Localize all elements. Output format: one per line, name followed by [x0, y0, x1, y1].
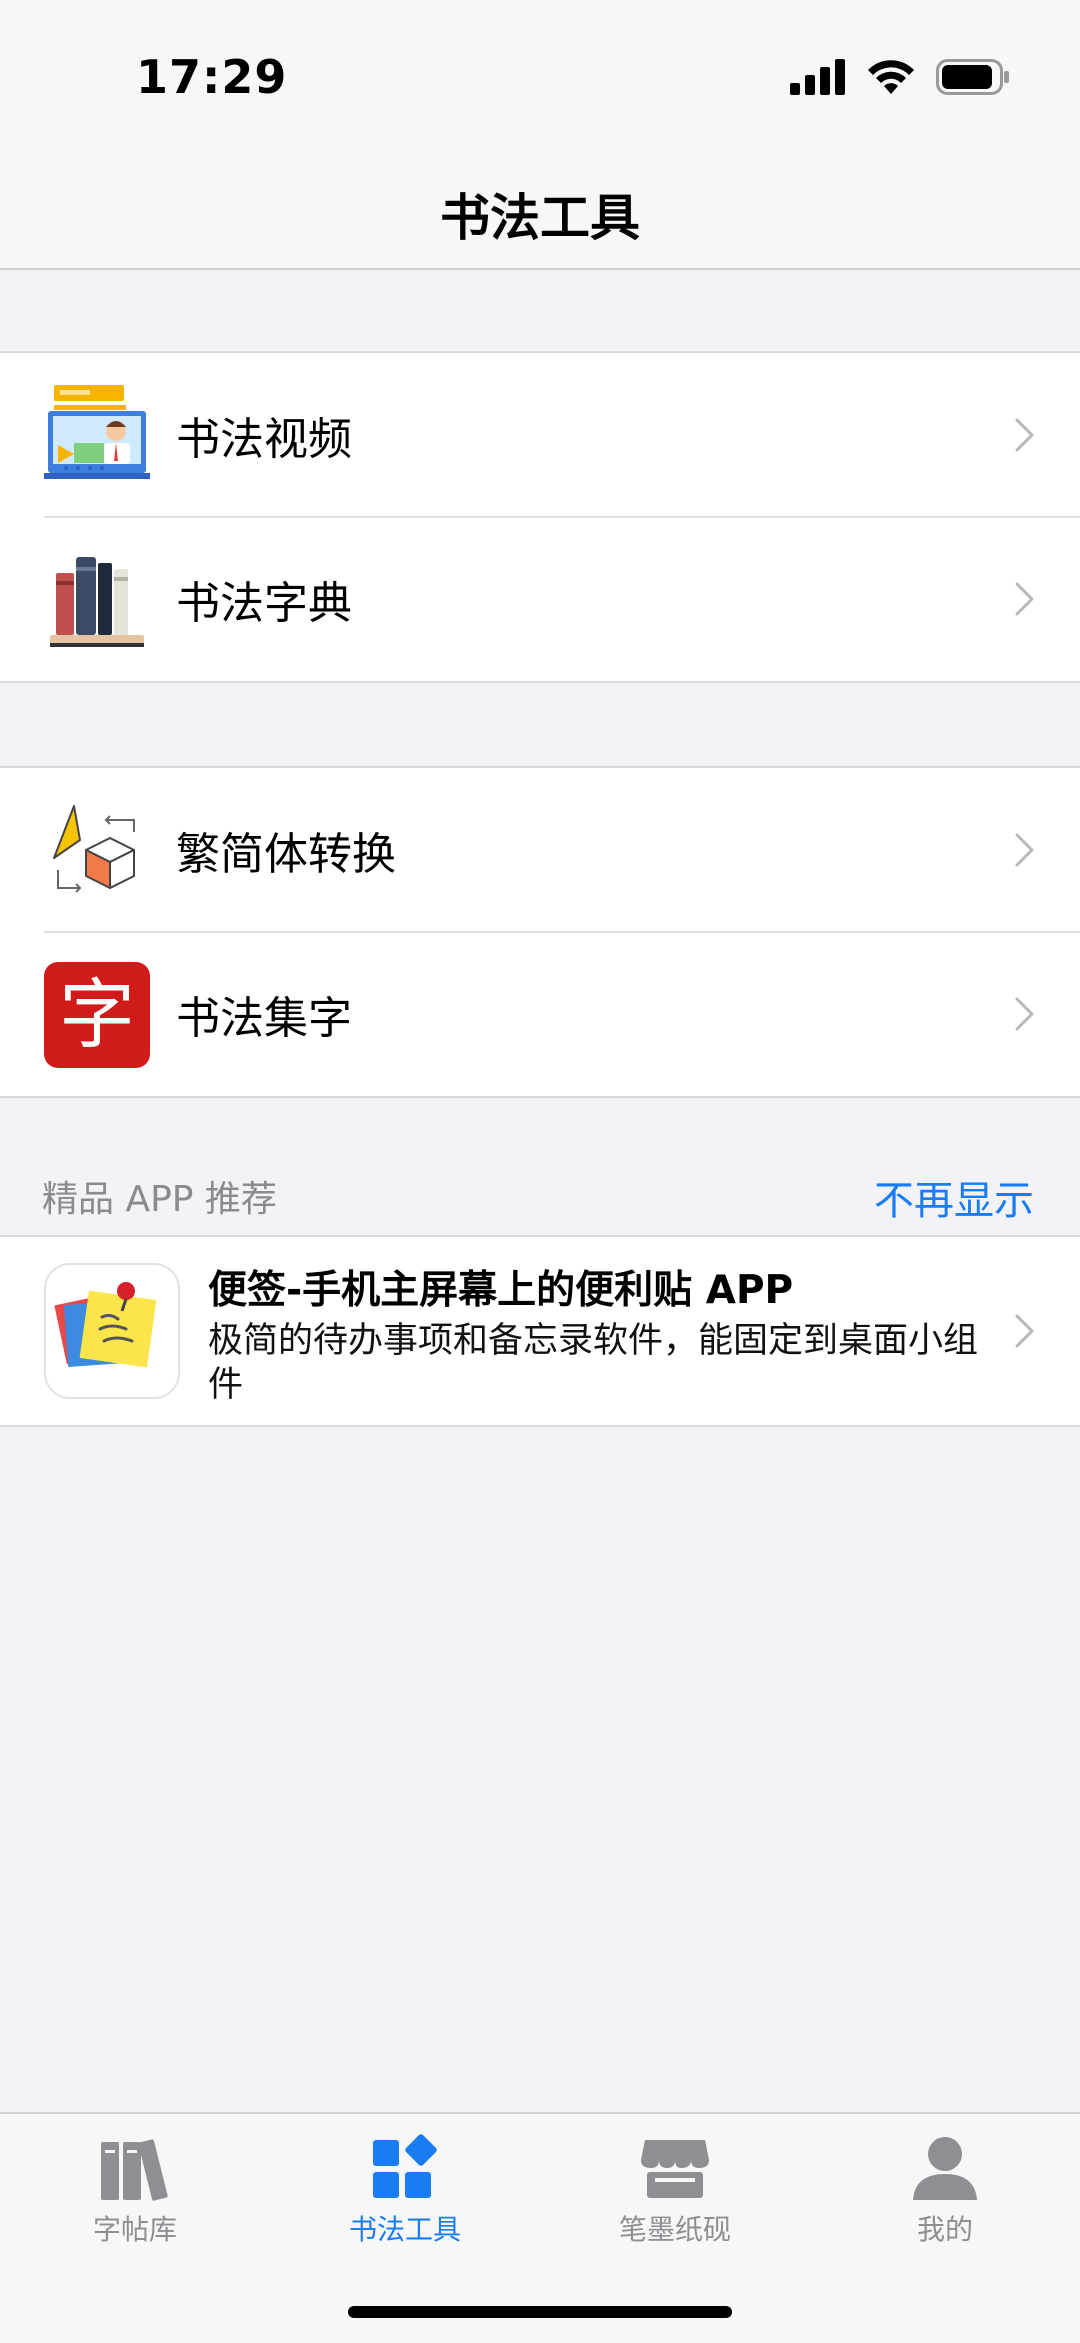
recommend-section-title: 精品 APP 推荐 — [42, 1179, 277, 1220]
battery-icon — [936, 59, 1009, 95]
sticky-notes-graphic — [54, 1282, 157, 1368]
zi-character-glyph: 字 — [59, 970, 135, 1059]
store-icon — [641, 2140, 709, 2198]
library-icon — [101, 2139, 168, 2201]
person-icon — [913, 2137, 977, 2200]
tools-group-text: 繁简体转换 字 书法集字 — [0, 766, 1080, 1098]
recommended-app-title: 便签-手机主屏幕上的便利贴 APP — [208, 1268, 794, 1313]
status-bar: 17:29 — [0, 0, 1080, 150]
list-item-label: 书法字典 — [176, 578, 352, 629]
chevron-right-icon — [1015, 418, 1034, 452]
tab-calligraphy-tools[interactable]: 书法工具 — [270, 2134, 540, 2254]
list-item-label: 书法视频 — [176, 414, 352, 465]
list-item-calligraphy-dictionary[interactable]: 书法字典 — [0, 516, 1080, 681]
tab-my-profile[interactable]: 我的 — [810, 2134, 1080, 2254]
recommend-group: 便签-手机主屏幕上的便利贴 APP 极简的待办事项和备忘录软件，能固定到桌面小组… — [0, 1235, 1080, 1427]
recommend-section-header: 精品 APP 推荐 不再显示 — [42, 1168, 1034, 1224]
list-item-calligraphy-video[interactable]: 书法视频 — [0, 353, 1080, 517]
page-title: 书法工具 — [440, 189, 640, 247]
video-lesson-icon — [44, 385, 150, 479]
recommended-app-item[interactable]: 便签-手机主屏幕上的便利贴 APP 极简的待办事项和备忘录软件，能固定到桌面小组… — [0, 1237, 1080, 1425]
chevron-right-icon — [1015, 582, 1034, 616]
list-item-calligraphy-collect[interactable]: 字 书法集字 — [0, 931, 1080, 1096]
list-item-label: 繁简体转换 — [176, 829, 396, 880]
tab-label: 我的 — [916, 2213, 973, 2246]
chevron-right-icon — [1015, 1314, 1034, 1348]
books-icon — [50, 557, 144, 647]
shape-convert-icon — [53, 805, 135, 893]
navigation-bar: 书法工具 — [0, 150, 1080, 270]
tab-copybook-library[interactable]: 字帖库 — [0, 2134, 270, 2254]
chevron-right-icon — [1015, 833, 1034, 867]
tools-grid-icon — [373, 2134, 437, 2198]
list-item-label: 书法集字 — [176, 993, 352, 1044]
status-time: 17:29 — [136, 50, 288, 104]
list-item-traditional-simplified-convert[interactable]: 繁简体转换 — [0, 768, 1080, 932]
zi-character-icon: 字 — [44, 962, 150, 1068]
wifi-icon — [868, 60, 914, 94]
tab-label: 字帖库 — [92, 2213, 177, 2246]
status-icons — [790, 58, 1010, 96]
sticky-notes-icon — [44, 1263, 180, 1399]
tab-stationery-store[interactable]: 笔墨纸砚 — [540, 2134, 810, 2254]
home-indicator[interactable] — [348, 2306, 732, 2318]
chevron-right-icon — [1015, 997, 1034, 1031]
recommended-app-description: 极简的待办事项和备忘录软件，能固定到桌面小组件 — [208, 1321, 979, 1405]
tab-label: 笔墨纸砚 — [618, 2213, 731, 2246]
cellular-signal-icon — [790, 59, 845, 95]
tab-label: 书法工具 — [348, 2213, 461, 2246]
hide-recommend-button[interactable]: 不再显示 — [874, 1168, 1034, 1226]
tools-group-media: 书法视频 书法字典 — [0, 351, 1080, 683]
